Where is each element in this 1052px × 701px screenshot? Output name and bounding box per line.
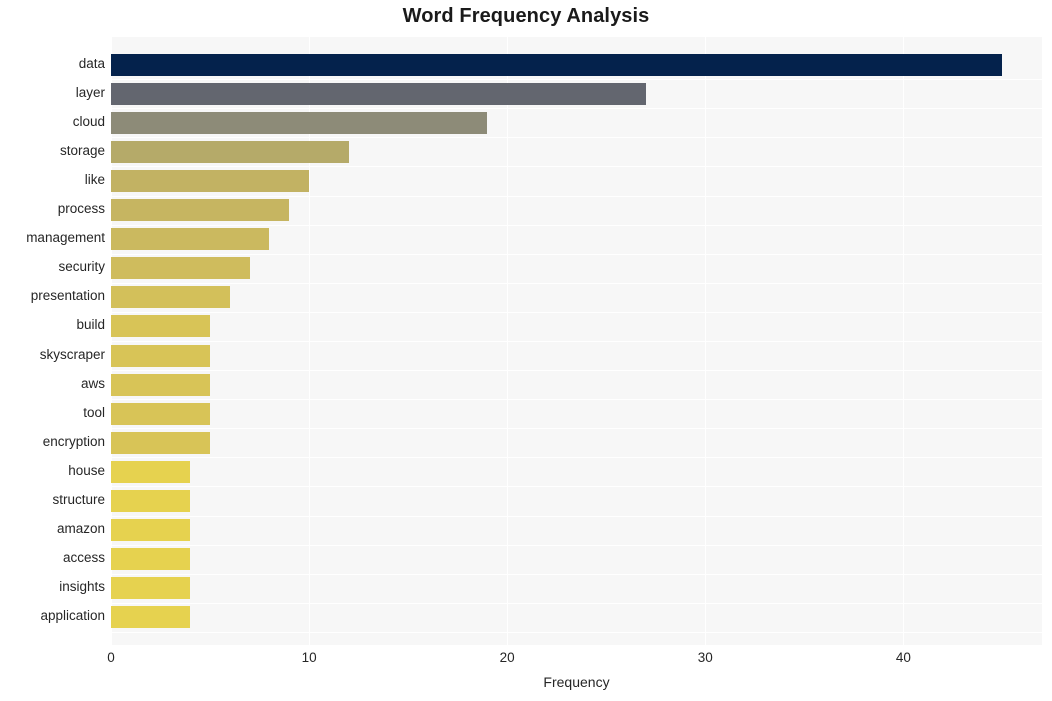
- y-tick-label: build: [76, 317, 105, 332]
- y-tick-label: encryption: [42, 434, 105, 449]
- y-tick-label: management: [26, 230, 105, 245]
- bar: [111, 374, 210, 396]
- y-gridline: [111, 545, 1042, 546]
- y-tick-label: house: [68, 463, 105, 478]
- y-gridline: [111, 254, 1042, 255]
- y-gridline: [111, 341, 1042, 342]
- y-tick-label: application: [40, 608, 105, 623]
- y-tick-label: skyscraper: [39, 347, 105, 362]
- x-axis-label: Frequency: [543, 674, 610, 690]
- bar: [111, 432, 210, 454]
- y-gridline: [111, 225, 1042, 226]
- y-gridline: [111, 283, 1042, 284]
- y-gridline: [111, 399, 1042, 400]
- x-tick-label: 10: [301, 650, 317, 665]
- bar: [111, 403, 210, 425]
- y-gridline: [111, 137, 1042, 138]
- bar: [111, 490, 190, 512]
- y-tick-label: tool: [83, 405, 105, 420]
- bar: [111, 606, 190, 628]
- x-axis-tick-labels: 0 10 20 30 40: [0, 645, 1052, 671]
- x-tick-label: 30: [697, 650, 713, 665]
- y-tick-label: data: [78, 56, 105, 71]
- y-gridline: [111, 370, 1042, 371]
- y-tick-label: structure: [52, 492, 105, 507]
- bar: [111, 257, 250, 279]
- bar: [111, 112, 487, 134]
- y-gridline: [111, 603, 1042, 604]
- y-gridline: [111, 166, 1042, 167]
- bar: [111, 461, 190, 483]
- y-gridline: [111, 457, 1042, 458]
- y-gridline: [111, 312, 1042, 313]
- y-gridline: [111, 428, 1042, 429]
- y-tick-label: presentation: [30, 288, 105, 303]
- y-tick-label: security: [58, 259, 105, 274]
- plot-area: [111, 37, 1042, 645]
- y-tick-label: access: [62, 550, 105, 565]
- word-frequency-bar-chart: Word Frequency Analysis data layer cloud st…: [0, 0, 1052, 701]
- y-gridline: [111, 486, 1042, 487]
- y-tick-label: insights: [59, 579, 105, 594]
- y-tick-label: cloud: [72, 114, 105, 129]
- x-tick-label: 20: [499, 650, 515, 665]
- y-tick-label: aws: [80, 376, 105, 391]
- bar: [111, 54, 1002, 76]
- bar: [111, 199, 289, 221]
- bar: [111, 141, 349, 163]
- y-axis-tick-labels: data layer cloud storage like process manageme…: [0, 37, 105, 645]
- bar: [111, 345, 210, 367]
- y-tick-label: process: [57, 201, 105, 216]
- bar: [111, 286, 230, 308]
- bar: [111, 170, 309, 192]
- y-gridline: [111, 196, 1042, 197]
- y-tick-label: like: [84, 172, 105, 187]
- chart-title: Word Frequency Analysis: [402, 5, 650, 27]
- y-gridline: [111, 574, 1042, 575]
- y-gridline: [111, 79, 1042, 80]
- y-tick-label: amazon: [56, 521, 105, 536]
- bar: [111, 315, 210, 337]
- bar: [111, 228, 269, 250]
- bar: [111, 548, 190, 570]
- y-tick-label: layer: [75, 85, 105, 100]
- y-gridline: [111, 516, 1042, 517]
- y-tick-label: storage: [59, 143, 105, 158]
- y-gridline: [111, 632, 1042, 633]
- y-gridline: [111, 108, 1042, 109]
- bar: [111, 519, 190, 541]
- bar: [111, 577, 190, 599]
- x-tick-label: 0: [107, 650, 115, 665]
- bar: [111, 83, 646, 105]
- x-tick-label: 40: [895, 650, 911, 665]
